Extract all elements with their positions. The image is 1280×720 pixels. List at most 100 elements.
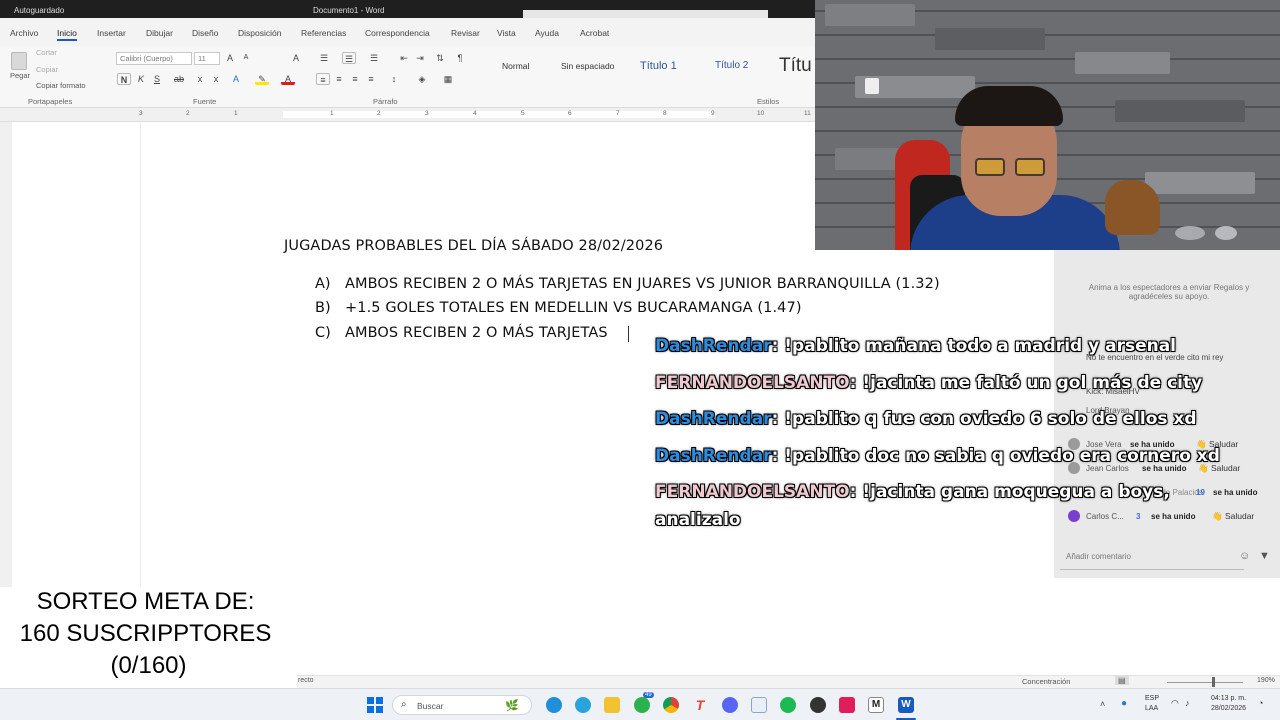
borders-icon[interactable]: ▦	[441, 73, 455, 85]
italic-button[interactable]: K	[134, 73, 148, 85]
style-titulo-1[interactable]: Título 1	[640, 60, 677, 72]
calculator-icon[interactable]	[751, 697, 767, 713]
font-name-select[interactable]: Calibri (Cuerpo)	[116, 52, 192, 65]
edge-icon[interactable]	[546, 697, 562, 713]
taskbar-search[interactable]: ⌕ Buscar 🌿	[392, 695, 532, 715]
vertical-ruler[interactable]	[0, 122, 12, 587]
tab-insertar[interactable]: Insertar	[97, 28, 126, 38]
tab-archivo[interactable]: Archivo	[10, 28, 38, 38]
plants-icon: 🌿	[505, 700, 519, 712]
list-item-c: AMBOS RECIBEN 2 O MÁS TARJETAS	[345, 325, 608, 341]
ruler-number: 2	[186, 110, 190, 117]
tab-referencias[interactable]: Referencias	[301, 28, 346, 38]
saludar-button[interactable]: 👋 Saludar	[1212, 511, 1254, 522]
clear-format-icon[interactable]: A	[289, 52, 303, 64]
list-marker: C)	[315, 325, 331, 341]
tab-revisar[interactable]: Revisar	[451, 28, 480, 38]
chat-text: !jacinta me faltó un gol más de city	[862, 373, 1203, 393]
copy-button[interactable]: Copiar	[36, 65, 58, 74]
show-marks-icon[interactable]: ¶	[453, 52, 467, 64]
chat-separator: :	[771, 409, 779, 429]
telegram-icon[interactable]	[575, 697, 591, 713]
highlight-icon[interactable]: ✎	[255, 73, 269, 85]
zoom-slider-thumb[interactable]	[1212, 677, 1215, 687]
spotify-icon[interactable]	[780, 697, 796, 713]
list-item-b: +1.5 GOLES TOTALES EN MEDELLIN VS BUCARA…	[345, 300, 802, 316]
filter-icon[interactable]: ▼	[1259, 550, 1270, 562]
align-right-icon[interactable]: ≡	[348, 73, 362, 85]
paste-button[interactable]: Pegar	[10, 71, 30, 80]
style-titulo[interactable]: Títu	[779, 55, 812, 77]
paste-icon[interactable]	[11, 52, 27, 70]
app-m-icon[interactable]: M	[868, 697, 884, 713]
chrome-icon[interactable]	[663, 697, 679, 713]
whatsapp-icon[interactable]	[634, 697, 650, 713]
comment-input[interactable]: Añadir comentario	[1060, 542, 1244, 570]
strikethrough-icon[interactable]: ab	[172, 73, 186, 85]
justify-icon[interactable]: ≡	[364, 73, 378, 85]
notifications-icon[interactable]: ◔	[1258, 698, 1263, 708]
file-explorer-icon[interactable]	[604, 697, 620, 713]
zoom-level[interactable]: 190%	[1257, 677, 1275, 684]
format-painter-button[interactable]: Copiar formato	[36, 81, 86, 90]
avatar	[1068, 510, 1080, 522]
line-spacing-icon[interactable]: ↕	[387, 73, 401, 85]
decrease-indent-icon[interactable]: ⇤	[397, 52, 411, 64]
shrink-font-icon[interactable]: A	[239, 52, 253, 64]
cut-button[interactable]: Cortar	[36, 48, 57, 57]
obs-icon[interactable]	[810, 697, 826, 713]
horizontal-ruler[interactable]: 3 2 1 1 2 3 4 5 6 7 8 9 10 11	[0, 108, 815, 122]
shading-icon[interactable]: ◈	[415, 73, 429, 85]
word-icon[interactable]: W	[898, 697, 914, 713]
wifi-icon[interactable]: ◠	[1171, 698, 1179, 709]
zoom-slider[interactable]	[1167, 682, 1243, 683]
tab-inicio[interactable]: Inicio	[57, 28, 77, 41]
align-left-icon[interactable]: ≡	[316, 73, 330, 85]
tray-app-icon[interactable]: ●	[1121, 698, 1127, 709]
tab-dibujar[interactable]: Dibujar	[146, 28, 173, 38]
word-search-box[interactable]	[523, 10, 768, 18]
numbering-icon[interactable]: ☰	[342, 52, 356, 64]
style-sin-espaciado[interactable]: Sin espaciado	[561, 61, 614, 71]
font-size-select[interactable]: 11	[194, 52, 220, 65]
print-layout-icon[interactable]: ▤	[1115, 676, 1129, 685]
style-titulo-2[interactable]: Título 2	[715, 60, 748, 71]
windows-taskbar: ⌕ Buscar 🌿 49 T M W ˄ ● ESP LAA ◠ ♪ 04:1…	[0, 688, 1280, 720]
clock-date[interactable]: 28/02/2026	[1211, 705, 1246, 712]
tab-acrobat[interactable]: Acrobat	[580, 28, 609, 38]
tab-diseno[interactable]: Diseño	[192, 28, 218, 38]
align-center-icon[interactable]: ≡	[332, 73, 346, 85]
underline-button[interactable]: S	[150, 73, 164, 85]
group-estilos: Estilos	[757, 97, 780, 106]
emoji-icon[interactable]: ☺	[1239, 550, 1250, 562]
tab-correspondencia[interactable]: Correspondencia	[365, 28, 430, 38]
tab-ayuda[interactable]: Ayuda	[535, 28, 559, 38]
ruler-number: 1	[330, 110, 334, 117]
multilevel-list-icon[interactable]: ☰	[367, 52, 381, 64]
grow-font-icon[interactable]: A	[223, 52, 237, 64]
start-icon[interactable]	[367, 697, 383, 713]
tab-disposicion[interactable]: Disposición	[238, 28, 281, 38]
search-icon: ⌕	[401, 699, 407, 710]
ruler-number: 10	[757, 110, 765, 117]
typora-icon[interactable]: T	[692, 697, 708, 713]
increase-indent-icon[interactable]: ⇥	[413, 52, 427, 64]
bullets-icon[interactable]: ☰	[317, 52, 331, 64]
language-indicator[interactable]: ESP	[1145, 695, 1159, 702]
sort-icon[interactable]: ⇅	[433, 52, 447, 64]
subscript-icon[interactable]: x	[193, 73, 207, 85]
volume-icon[interactable]: ♪	[1185, 698, 1190, 708]
discord-icon[interactable]	[722, 697, 738, 713]
tray-chevron-icon[interactable]: ˄	[1100, 699, 1105, 709]
font-color-icon[interactable]: A	[281, 73, 295, 85]
tab-vista[interactable]: Vista	[497, 28, 516, 38]
language-layout[interactable]: LAA	[1145, 705, 1158, 712]
focus-mode-button[interactable]: Concentración	[1022, 677, 1070, 686]
text-effects-icon[interactable]: A	[229, 73, 243, 85]
figurine	[1105, 180, 1160, 235]
tiktok-icon[interactable]	[839, 697, 855, 713]
clock-time[interactable]: 04:13 p. m.	[1211, 695, 1246, 702]
superscript-icon[interactable]: x	[209, 73, 223, 85]
style-normal[interactable]: Normal	[502, 61, 529, 71]
bold-button[interactable]: N	[117, 73, 131, 85]
